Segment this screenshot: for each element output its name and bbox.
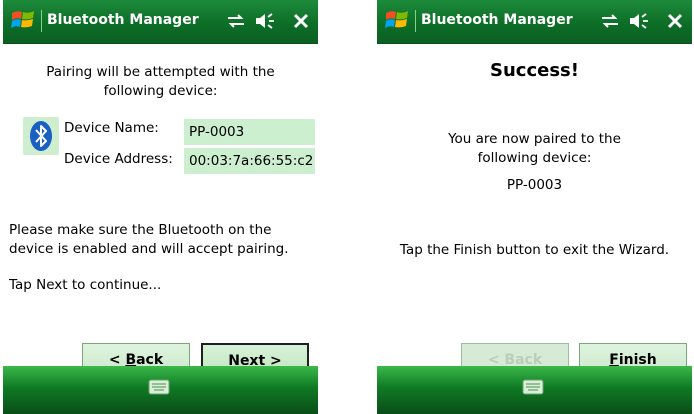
title-bar: Bluetooth Manager xyxy=(3,0,318,44)
title-bar: Bluetooth Manager xyxy=(377,0,692,44)
device-address-label: Device Address: xyxy=(64,151,173,167)
pairing-screen: Bluetooth Manager Pairing will be attemp… xyxy=(3,0,318,414)
paired-text: You are now paired to the following devi… xyxy=(448,131,621,166)
device-address-value: 00:03:7a:66:55:c2 xyxy=(184,148,315,174)
wizard-content: Pairing will be attempted with the follo… xyxy=(3,45,318,377)
keyboard-icon[interactable] xyxy=(522,379,544,395)
finish-instruction: Tap the Finish button to exit the Wizard… xyxy=(399,242,670,258)
close-icon[interactable] xyxy=(666,11,684,31)
bluetooth-icon-tile xyxy=(23,117,59,155)
paired-device-name: PP-0003 xyxy=(506,177,563,193)
volume-icon[interactable] xyxy=(254,11,276,31)
windows-logo-icon[interactable] xyxy=(385,8,409,32)
taskbar xyxy=(3,366,318,414)
volume-icon[interactable] xyxy=(628,11,650,31)
intro-text: Pairing will be attempted with the follo… xyxy=(46,64,275,99)
keyboard-icon[interactable] xyxy=(148,379,170,395)
windows-logo-icon[interactable] xyxy=(11,8,35,32)
title-separator xyxy=(415,10,416,32)
app-title: Bluetooth Manager xyxy=(421,12,573,28)
device-name-value: PP-0003 xyxy=(184,119,315,145)
connectivity-icon[interactable] xyxy=(226,11,246,31)
close-icon[interactable] xyxy=(292,11,310,31)
bluetooth-icon xyxy=(30,121,52,151)
connectivity-icon[interactable] xyxy=(600,11,620,31)
app-title: Bluetooth Manager xyxy=(47,12,199,28)
title-separator xyxy=(41,10,42,32)
taskbar xyxy=(377,366,692,414)
device-name-label: Device Name: xyxy=(64,120,159,136)
wizard-content: Success! You are now paired to the follo… xyxy=(377,45,692,377)
success-screen: Bluetooth Manager Success! You are now p… xyxy=(377,0,692,414)
success-heading: Success! xyxy=(490,60,579,81)
bluetooth-note: Please make sure the Bluetooth on the de… xyxy=(9,222,289,257)
tap-next-text: Tap Next to continue... xyxy=(9,277,162,293)
